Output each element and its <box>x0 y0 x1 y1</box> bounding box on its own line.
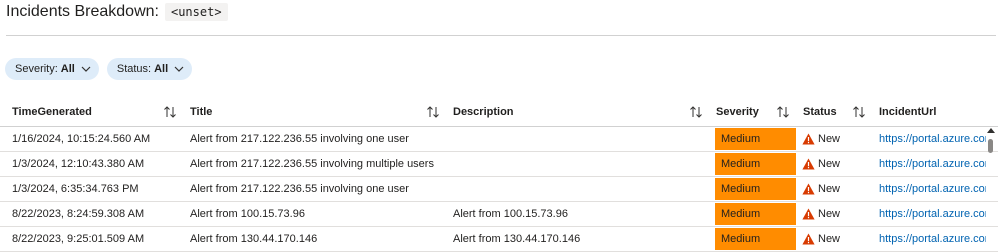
cell-status: New <box>802 202 840 226</box>
cell-description: Alert from 100.15.73.96 <box>453 208 568 220</box>
filter-bar: Severity: All Status: All <box>5 58 193 80</box>
cell-severity-badge: Medium <box>715 228 796 250</box>
parameter-value: <unset> <box>164 3 228 21</box>
cell-status: New <box>802 177 840 201</box>
status-filter-dropdown[interactable]: Status: All <box>106 58 193 80</box>
cell-description: Alert from 130.44.170.146 <box>453 233 581 245</box>
cell-status: New <box>802 127 840 151</box>
warning-icon <box>802 183 815 195</box>
scroll-up-arrow-icon[interactable] <box>987 127 995 133</box>
column-header-title[interactable]: Title <box>190 98 212 126</box>
cell-incident-url: https://portal.azure.com/ <box>879 202 986 226</box>
chevron-down-icon <box>174 66 184 72</box>
column-header-description[interactable]: Description <box>453 98 514 126</box>
sort-arrows-icon[interactable] <box>163 105 177 119</box>
page-title: Incidents Breakdown: <box>6 3 159 20</box>
cell-time: 1/3/2024, 6:35:34.763 PM <box>12 183 139 195</box>
vertical-scrollbar[interactable] <box>986 127 996 243</box>
warning-icon <box>802 133 815 145</box>
cell-title: Alert from 100.15.73.96 <box>190 208 305 220</box>
column-header-incidenturl[interactable]: IncidentUrl <box>879 98 936 126</box>
cell-title: Alert from 217.122.236.55 involving mult… <box>190 158 434 170</box>
cell-time: 1/3/2024, 12:10:43.380 AM <box>12 158 145 170</box>
table-header: TimeGenerated Title Description Severity… <box>0 98 998 127</box>
cell-time: 1/16/2024, 10:15:24.560 AM <box>12 133 151 145</box>
status-text: New <box>818 183 841 195</box>
column-header-severity[interactable]: Severity <box>716 98 759 126</box>
status-text: New <box>818 208 841 220</box>
incident-link[interactable]: https://portal.azure.com/ <box>879 233 986 245</box>
status-text: New <box>818 133 841 145</box>
incident-link[interactable]: https://portal.azure.com/ <box>879 158 986 170</box>
severity-filter-dropdown[interactable]: Severity: All <box>5 58 99 80</box>
filter-label: Status: <box>116 63 152 75</box>
filter-label: Severity: <box>15 63 58 75</box>
page-header: Incidents Breakdown: <unset> <box>6 0 228 24</box>
filter-value: All <box>154 63 169 75</box>
cell-incident-url: https://portal.azure.com/ <box>879 127 986 151</box>
filter-value: All <box>60 63 75 75</box>
chevron-down-icon <box>81 66 91 72</box>
table-row[interactable]: 8/22/2023, 8:24:59.308 AM Alert from 100… <box>0 202 998 227</box>
column-header-timegenerated[interactable]: TimeGenerated <box>12 98 92 126</box>
table-row[interactable]: 1/3/2024, 6:35:34.763 PM Alert from 217.… <box>0 177 998 202</box>
header-divider <box>6 35 996 36</box>
incident-link[interactable]: https://portal.azure.com/ <box>879 208 986 220</box>
incident-link[interactable]: https://portal.azure.com/ <box>879 183 986 195</box>
cell-incident-url: https://portal.azure.com/ <box>879 177 986 201</box>
column-header-status[interactable]: Status <box>803 98 837 126</box>
sort-arrows-icon[interactable] <box>426 105 440 119</box>
cell-severity-badge: Medium <box>715 203 796 225</box>
cell-incident-url: https://portal.azure.com/ <box>879 227 986 251</box>
table-row[interactable]: 8/22/2023, 9:25:01.509 AM Alert from 130… <box>0 227 998 252</box>
table-row[interactable]: 1/3/2024, 12:10:43.380 AM Alert from 217… <box>0 152 998 177</box>
incident-link[interactable]: https://portal.azure.com/ <box>879 133 986 145</box>
table-row[interactable]: 1/16/2024, 10:15:24.560 AM Alert from 21… <box>0 127 998 152</box>
cell-title: Alert from 217.122.236.55 involving one … <box>190 133 409 145</box>
cell-time: 8/22/2023, 8:24:59.308 AM <box>12 208 145 220</box>
status-text: New <box>818 158 841 170</box>
cell-title: Alert from 130.44.170.146 <box>190 233 318 245</box>
scrollbar-thumb[interactable] <box>988 139 993 153</box>
incidents-table: TimeGenerated Title Description Severity… <box>0 98 998 252</box>
sort-arrows-icon[interactable] <box>776 105 790 119</box>
cell-title: Alert from 217.122.236.55 involving one … <box>190 183 409 195</box>
warning-icon <box>802 233 815 245</box>
sort-arrows-icon[interactable] <box>852 105 866 119</box>
cell-status: New <box>802 152 840 176</box>
cell-severity-badge: Medium <box>715 153 796 175</box>
warning-icon <box>802 208 815 220</box>
sort-arrows-icon[interactable] <box>689 105 703 119</box>
cell-status: New <box>802 227 840 251</box>
cell-incident-url: https://portal.azure.com/ <box>879 152 986 176</box>
cell-severity-badge: Medium <box>715 178 796 200</box>
cell-severity-badge: Medium <box>715 128 796 150</box>
status-text: New <box>818 233 841 245</box>
warning-icon <box>802 158 815 170</box>
cell-time: 8/22/2023, 9:25:01.509 AM <box>12 233 145 245</box>
